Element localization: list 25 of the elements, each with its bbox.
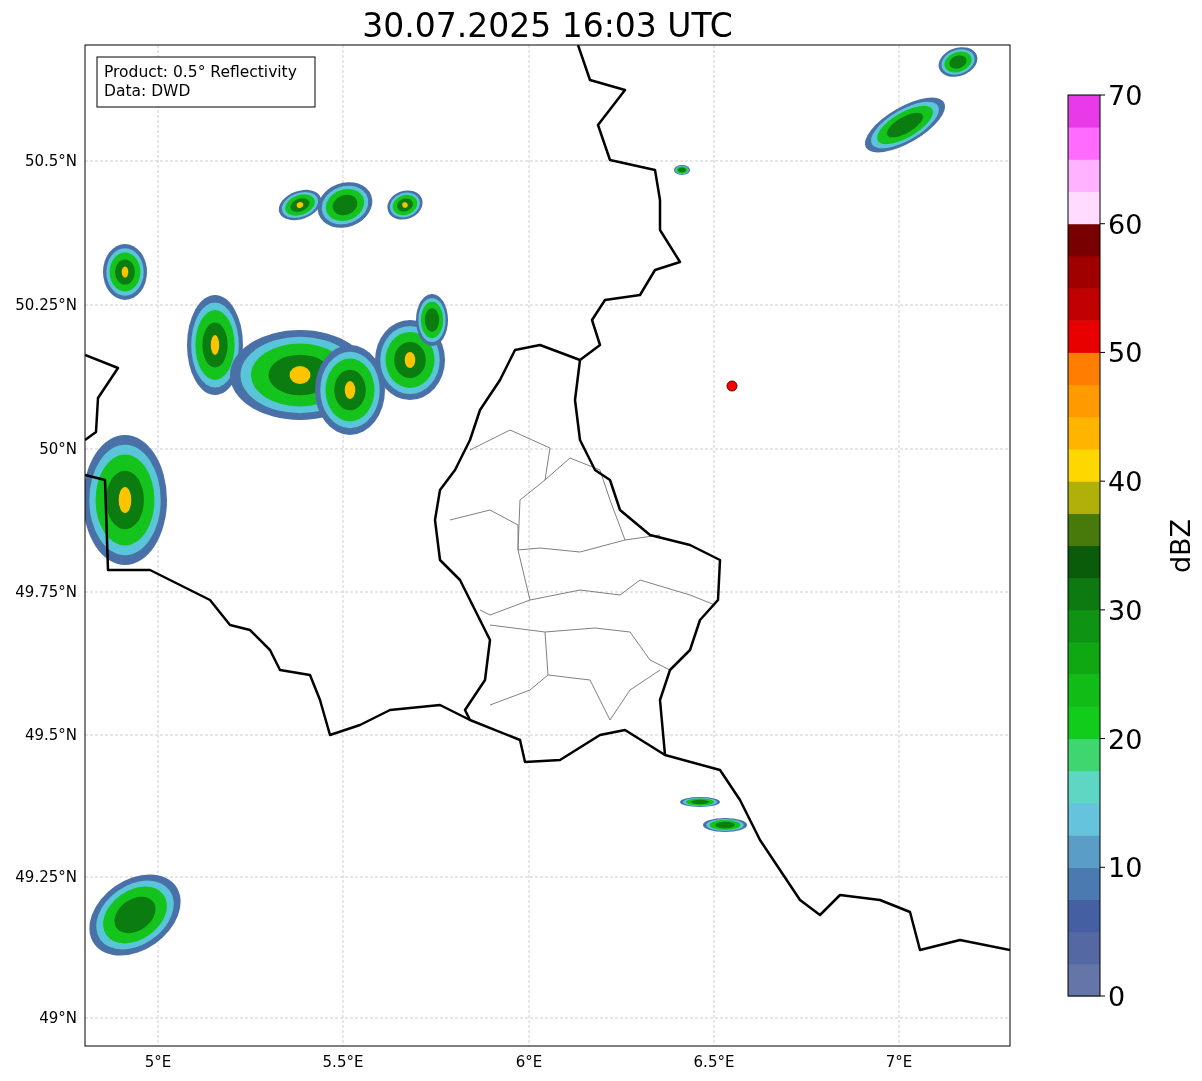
axis-tick-label: 49°N [39, 1009, 77, 1027]
colorbar-tick-label: 20 [1108, 723, 1143, 755]
axis-tick-label: 50.5°N [24, 152, 77, 170]
axis-tick-label: 50°N [39, 440, 77, 458]
info-text: Product: 0.5° Reflectivity [104, 63, 297, 81]
axis-tick-label: 49.75°N [15, 583, 77, 601]
radar-site-marker [726, 380, 738, 392]
axis-tick-label: 6.5°E [693, 1053, 735, 1071]
colorbar-tick-label: 70 [1108, 80, 1143, 111]
colorbar-tick-label: 0 [1108, 981, 1126, 1012]
axis-tick-label: 7°E [885, 1053, 913, 1071]
colorbar-tick-label: 50 [1108, 337, 1143, 369]
axis-tick-label: 49.25°N [15, 868, 77, 886]
chart-title: 30.07.2025 16:03 UTC [362, 6, 733, 45]
info-text: Data: DWD [104, 82, 191, 100]
colorbar-tick-label: 40 [1108, 466, 1143, 498]
colorbar-tick-label: 10 [1108, 852, 1143, 884]
axis-tick-label: 5.5°E [322, 1053, 364, 1071]
colorbar-label: dBZ [1165, 518, 1196, 574]
axis-tick-label: 50.25°N [15, 296, 77, 314]
colorbar-tick-label: 60 [1108, 208, 1143, 240]
axis-tick-label: 6°E [515, 1053, 543, 1071]
axis-tick-label: 5°E [144, 1053, 172, 1071]
axis-tick-label: 49.5°N [24, 726, 77, 744]
colorbar-tick-label: 30 [1108, 594, 1143, 626]
